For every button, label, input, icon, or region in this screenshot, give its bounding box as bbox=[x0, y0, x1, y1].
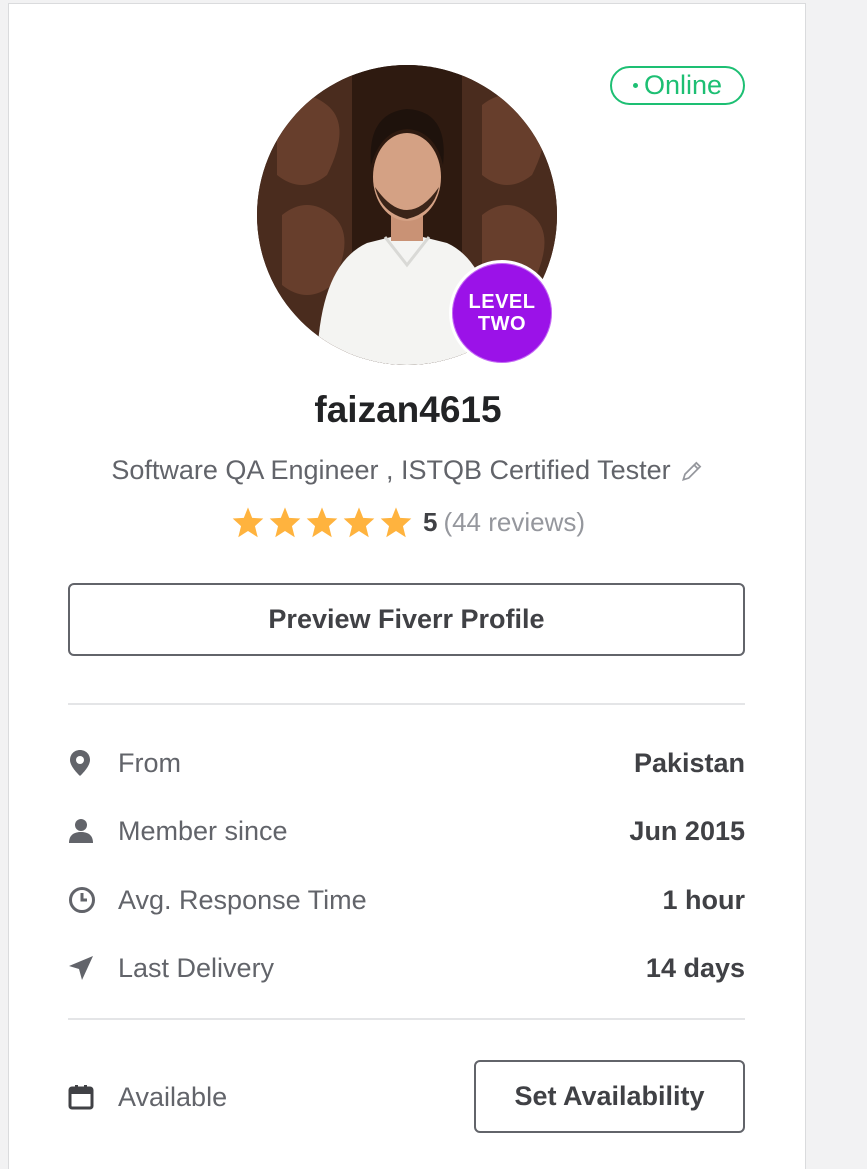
info-value: 14 days bbox=[645, 952, 745, 983]
level-line1: LEVEL bbox=[468, 291, 536, 313]
username: faizan4615 bbox=[314, 389, 502, 430]
level-line2: TWO bbox=[477, 313, 527, 335]
calendar-icon bbox=[68, 1084, 118, 1110]
star-icon bbox=[380, 507, 412, 538]
rating-score: 5 bbox=[422, 506, 438, 537]
location-pin-icon bbox=[68, 749, 118, 777]
reviews-count[interactable]: (44 reviews) bbox=[443, 507, 585, 538]
edit-pencil-icon[interactable] bbox=[679, 458, 705, 484]
send-icon bbox=[68, 955, 118, 981]
online-label: Online bbox=[643, 70, 723, 100]
info-value: Pakistan bbox=[633, 747, 745, 778]
availability-row: Available bbox=[68, 1077, 227, 1117]
info-value: Jun 2015 bbox=[629, 815, 745, 846]
info-value: 1 hour bbox=[662, 884, 745, 915]
info-row-last-delivery: Last Delivery 14 days bbox=[68, 948, 745, 988]
online-status-badge: Online bbox=[610, 66, 745, 105]
level-two-badge: LEVEL TWO bbox=[449, 260, 555, 366]
user-icon bbox=[68, 818, 118, 844]
rating-row: 5 (44 reviews) bbox=[9, 506, 807, 538]
avatar-container: LEVEL TWO bbox=[257, 65, 557, 366]
info-row-from: From Pakistan bbox=[68, 743, 745, 783]
info-label: Last Delivery bbox=[118, 952, 275, 983]
star-icon bbox=[306, 507, 338, 538]
status-dot-icon bbox=[632, 83, 638, 88]
info-row-member-since: Member since Jun 2015 bbox=[68, 811, 745, 851]
star-rating bbox=[231, 506, 413, 538]
star-icon bbox=[269, 507, 301, 538]
star-icon bbox=[343, 507, 375, 538]
preview-fiverr-profile-button[interactable]: Preview Fiverr Profile bbox=[68, 583, 745, 656]
info-row-response-time: Avg. Response Time 1 hour bbox=[68, 880, 745, 920]
seller-profile-card: Online LEVEL TWO faizan4615 Software QA … bbox=[8, 3, 806, 1169]
clock-icon bbox=[68, 886, 118, 914]
tagline-row: Software QA Engineer , ISTQB Certified T… bbox=[9, 455, 807, 486]
info-label: Member since bbox=[118, 815, 288, 846]
availability-label: Available bbox=[118, 1081, 228, 1112]
divider bbox=[68, 703, 745, 705]
tagline-text: Software QA Engineer , ISTQB Certified T… bbox=[111, 455, 671, 485]
star-icon bbox=[232, 507, 264, 538]
divider bbox=[68, 1018, 745, 1020]
set-availability-button[interactable]: Set Availability bbox=[474, 1060, 745, 1133]
info-label: From bbox=[118, 747, 181, 778]
info-label: Avg. Response Time bbox=[118, 884, 367, 915]
